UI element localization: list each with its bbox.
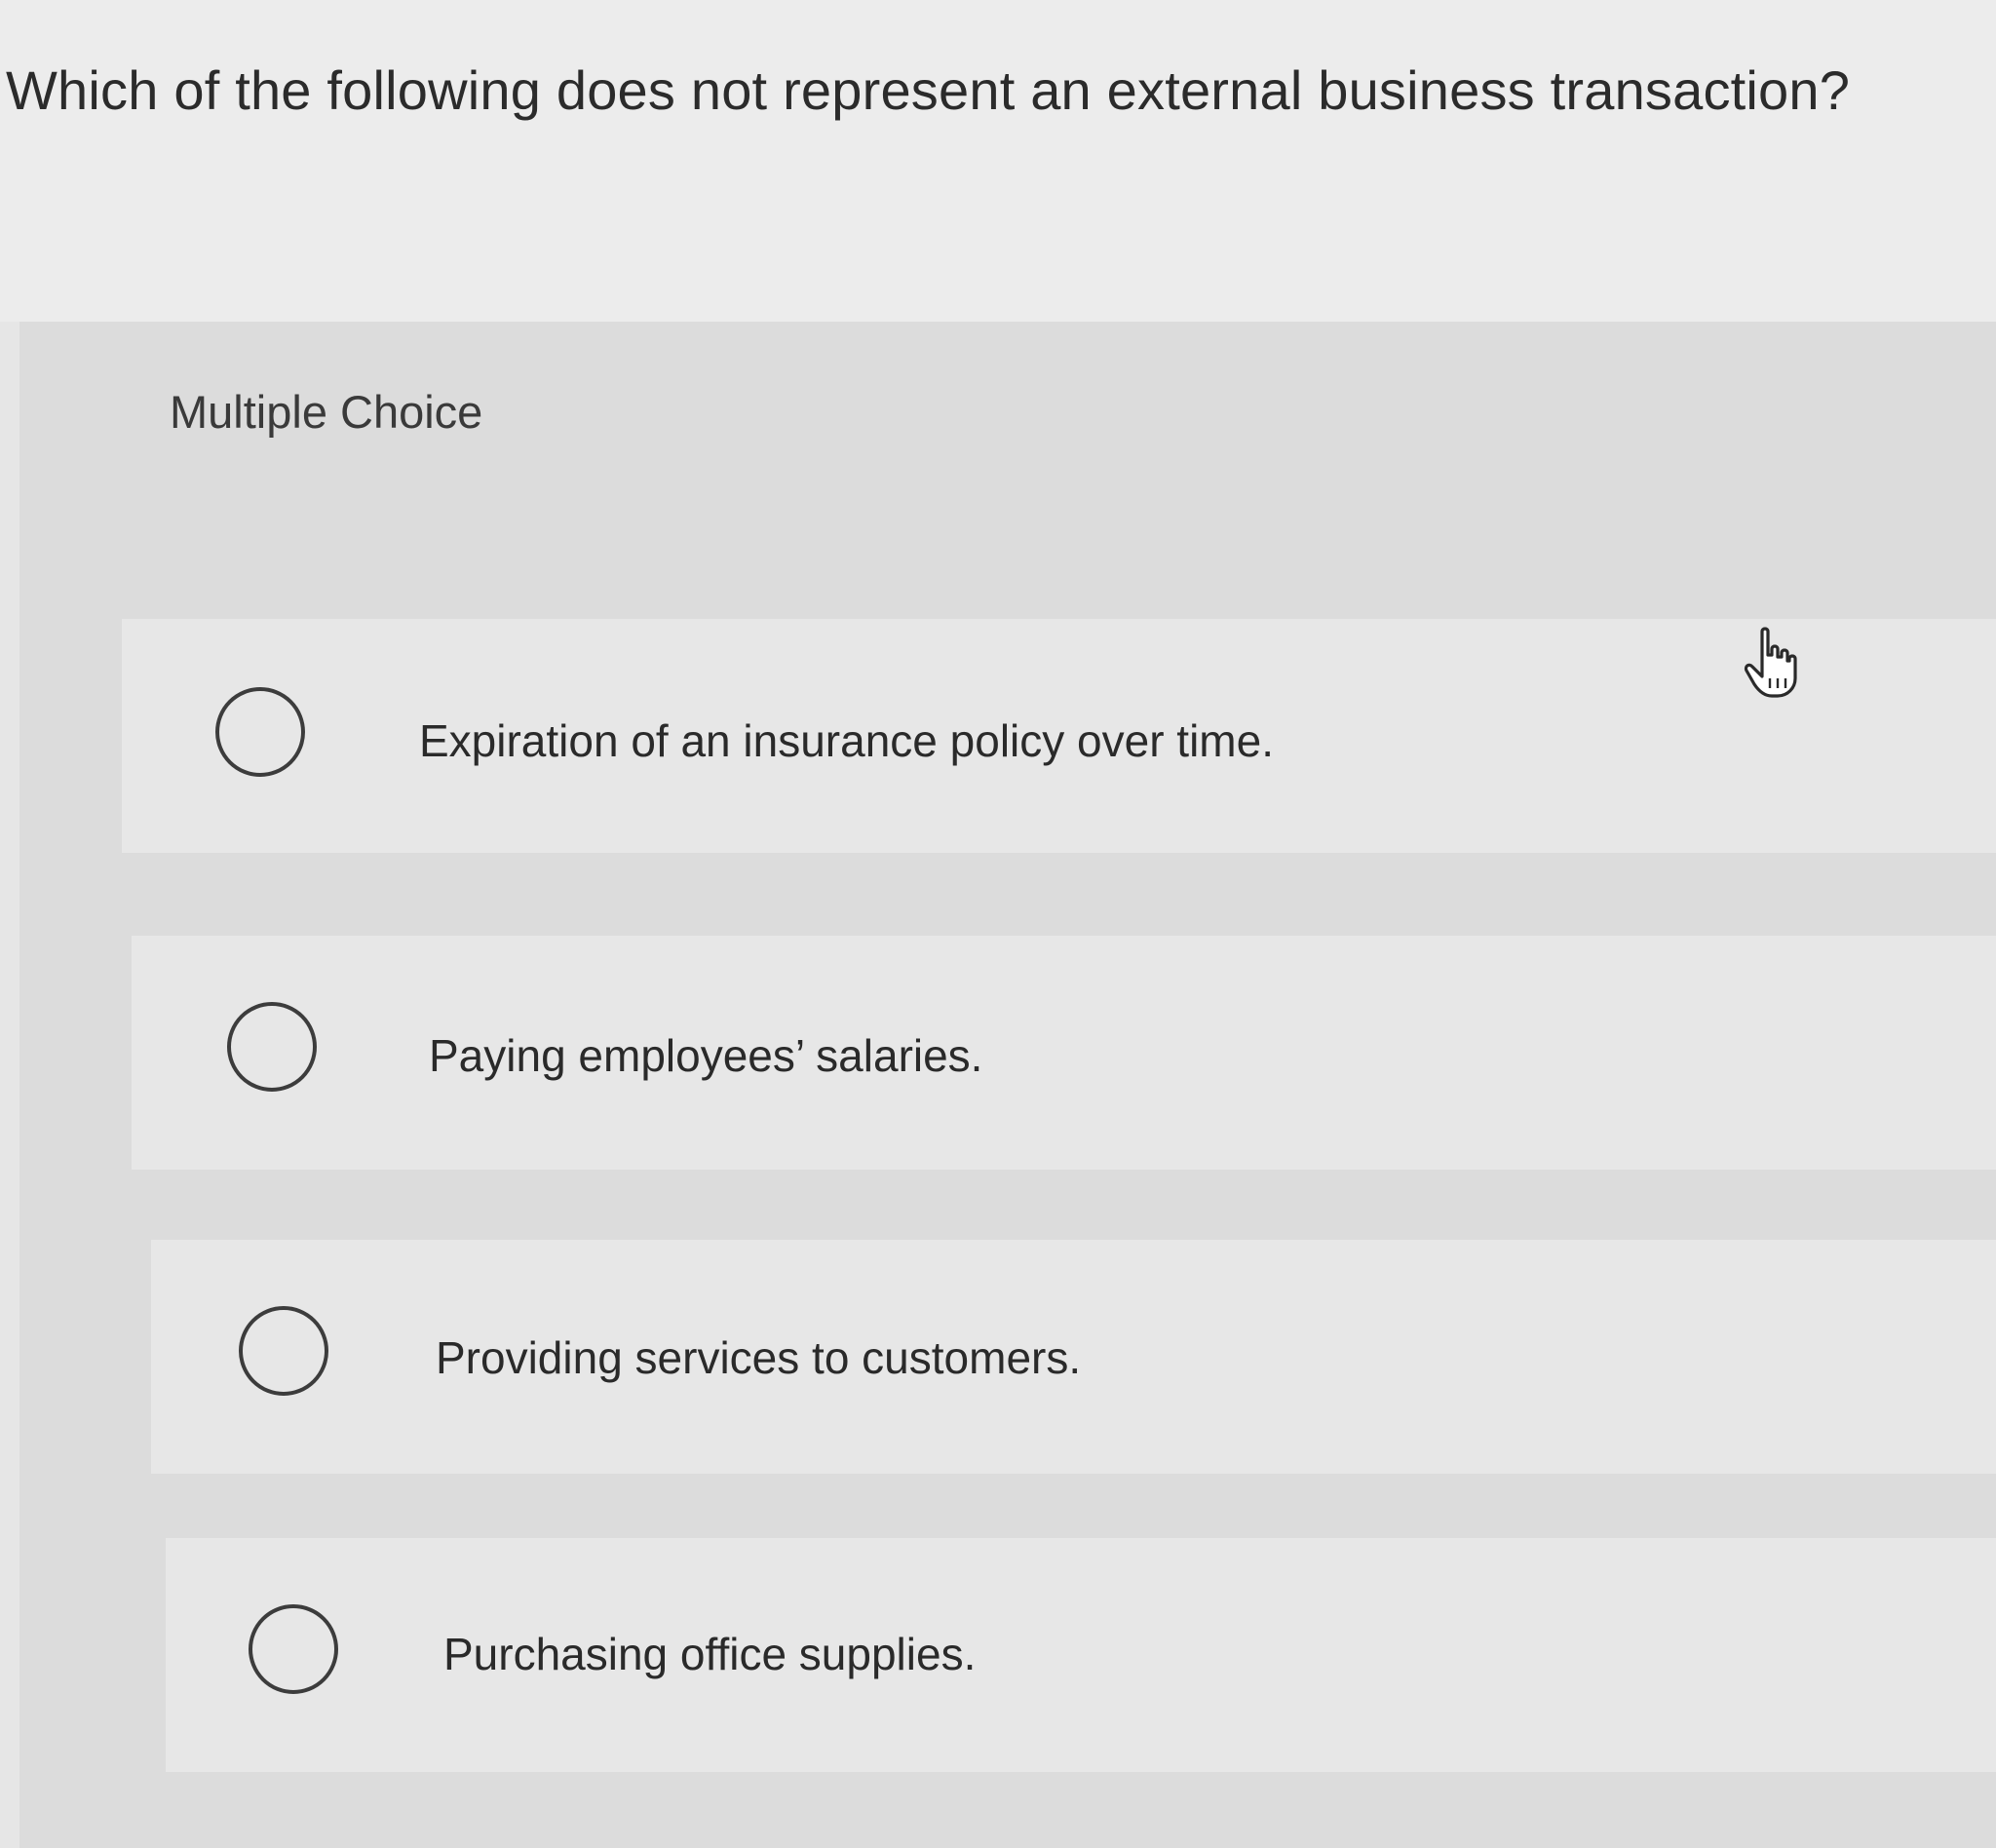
- question-header: Which of the following does not represen…: [0, 0, 1996, 322]
- question-text: Which of the following does not represen…: [6, 59, 1851, 121]
- radio-unselected-icon[interactable]: [249, 1604, 338, 1694]
- choice-option-label: Purchasing office supplies.: [443, 1629, 977, 1679]
- choice-option-label: Providing services to customers.: [436, 1332, 1082, 1383]
- choice-option-1[interactable]: Expiration of an insurance policy over t…: [122, 619, 1996, 853]
- choice-option-label: Paying employees’ salaries.: [429, 1030, 983, 1081]
- radio-unselected-icon[interactable]: [239, 1306, 328, 1396]
- choice-option-3[interactable]: Providing services to customers.: [151, 1240, 1996, 1474]
- radio-unselected-icon[interactable]: [215, 687, 305, 777]
- choice-option-label: Expiration of an insurance policy over t…: [419, 715, 1274, 766]
- choice-option-2[interactable]: Paying employees’ salaries.: [132, 936, 1996, 1170]
- choice-option-4[interactable]: Purchasing office supplies.: [166, 1538, 1996, 1772]
- hand-pointer-cursor-icon: [1744, 627, 1797, 698]
- multiple-choice-label: Multiple Choice: [170, 386, 483, 438]
- radio-unselected-icon[interactable]: [227, 1002, 317, 1092]
